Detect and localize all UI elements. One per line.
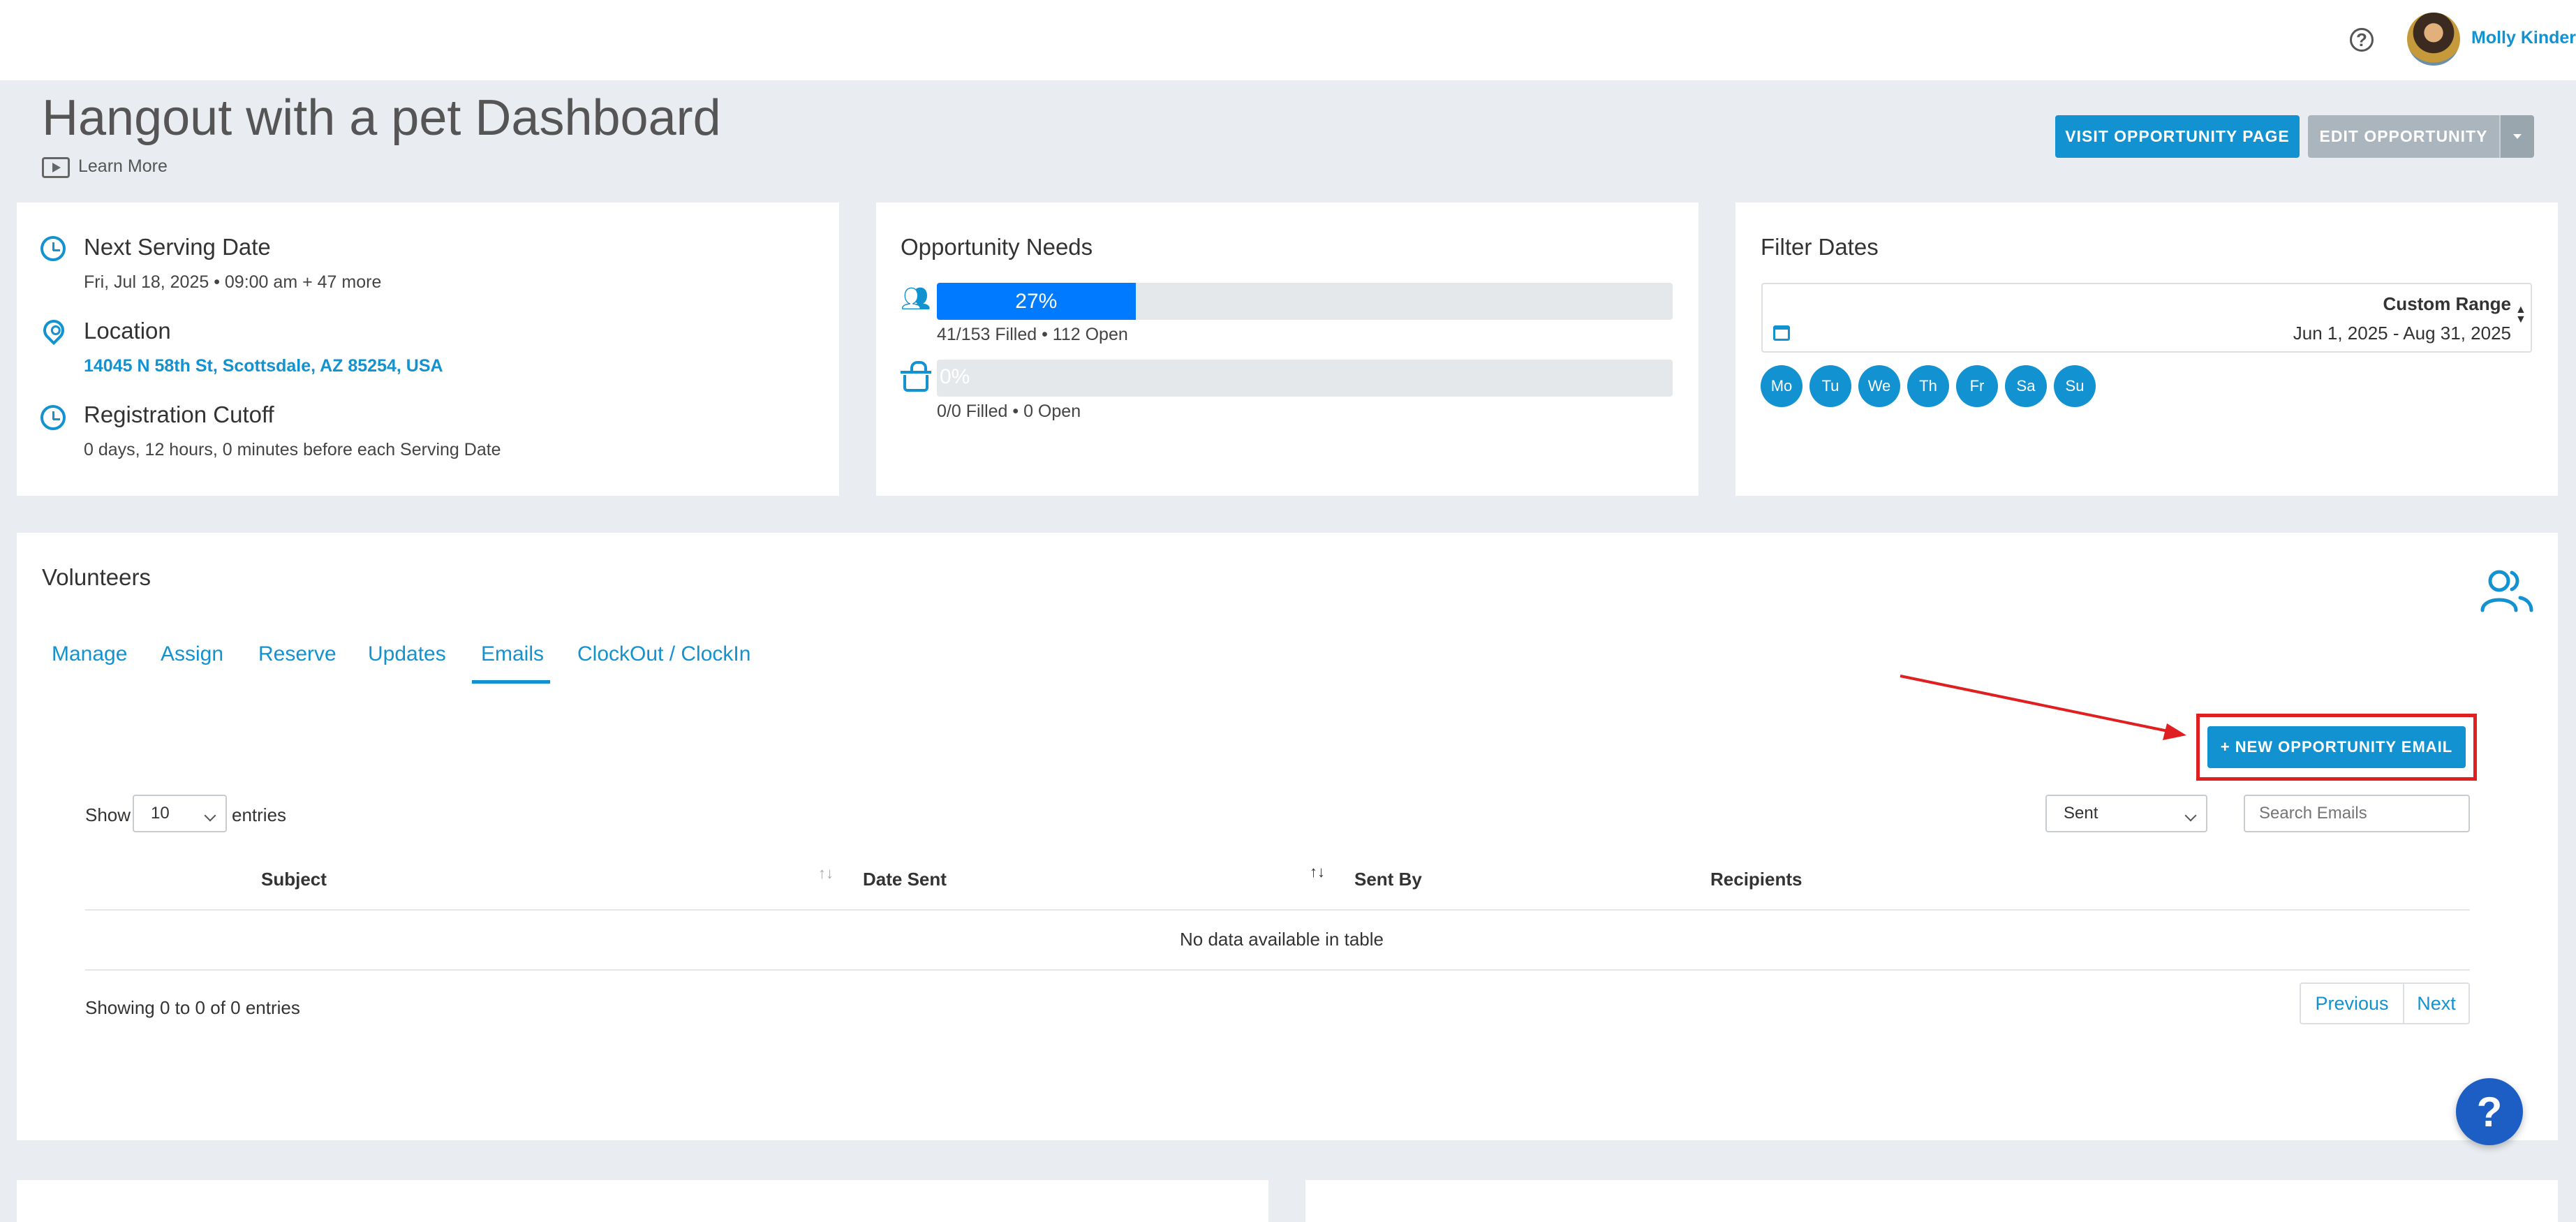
volunteer-progress-fill: 27% — [937, 283, 1136, 320]
help-icon[interactable]: ? — [2350, 28, 2374, 52]
clock-icon — [40, 405, 66, 430]
day-toggle-fr[interactable]: Fr — [1956, 365, 1998, 407]
items-progress-label: 0% — [940, 365, 970, 388]
day-toggle-mo[interactable]: Mo — [1761, 365, 1803, 407]
learn-more-link[interactable]: Learn More — [78, 156, 168, 177]
top-bar — [0, 0, 2576, 80]
column-recipients[interactable]: Recipients — [1710, 869, 1803, 890]
day-toggle-sa[interactable]: Sa — [2005, 365, 2047, 407]
filter-dates-title: Filter Dates — [1761, 234, 1879, 260]
empty-table-message: No data available in table — [1180, 929, 1384, 950]
sort-desc-icon[interactable]: ↑↓ — [1310, 864, 1325, 880]
location-title: Location — [84, 318, 171, 344]
column-sent-by[interactable]: Sent By — [1354, 869, 1422, 890]
volunteer-progress-detail: 41/153 Filled • 112 Open — [937, 325, 1128, 344]
registration-cutoff-title: Registration Cutoff — [84, 402, 274, 427]
user-name[interactable]: Molly Kinder — [2471, 28, 2576, 48]
day-toggle-we[interactable]: We — [1858, 365, 1900, 407]
floating-help-button[interactable]: ? — [2456, 1078, 2523, 1145]
tab-emails[interactable]: Emails — [481, 642, 544, 666]
header-divider — [85, 909, 2470, 911]
avatar[interactable] — [2407, 13, 2460, 66]
visit-opportunity-button[interactable]: VISIT OPPORTUNITY PAGE — [2055, 115, 2300, 158]
tab-updates[interactable]: Updates — [368, 642, 446, 666]
search-emails-input[interactable] — [2244, 795, 2470, 832]
video-icon[interactable] — [42, 157, 70, 178]
day-toggle-th[interactable]: Th — [1907, 365, 1949, 407]
users-icon: 👥︎ — [901, 286, 931, 312]
day-toggle-su[interactable]: Su — [2054, 365, 2096, 407]
range-toggle-icon[interactable]: ▲ ▼ — [2515, 304, 2526, 325]
status-filter-value: Sent — [2064, 804, 2098, 823]
volunteer-progress-bar: 27% — [937, 283, 1673, 320]
calendar-icon — [1773, 325, 1790, 341]
sort-icon[interactable]: ↑↓ — [818, 866, 834, 881]
page-size-select[interactable]: 10 — [133, 795, 227, 832]
page-title: Hangout with a pet Dashboard — [42, 90, 721, 146]
tab-assign[interactable]: Assign — [161, 642, 223, 666]
active-tab-indicator — [472, 680, 550, 684]
volunteers-card — [17, 533, 2558, 1140]
location-link[interactable]: 14045 N 58th St, Scottsdale, AZ 85254, U… — [84, 356, 443, 376]
column-subject[interactable]: Subject — [261, 869, 327, 890]
page-size-value: 10 — [151, 804, 170, 823]
new-opportunity-email-button[interactable]: + NEW OPPORTUNITY EMAIL — [2207, 726, 2466, 768]
show-label: Show — [85, 804, 131, 825]
items-progress-detail: 0/0 Filled • 0 Open — [937, 402, 1081, 421]
next-serving-title: Next Serving Date — [84, 234, 271, 260]
pagination: Previous Next — [2300, 982, 2470, 1024]
basket-icon — [901, 361, 931, 392]
bottom-left-card — [17, 1180, 1268, 1222]
tab-reserve[interactable]: Reserve — [258, 642, 336, 666]
entries-label: entries — [232, 804, 287, 825]
opportunity-needs-title: Opportunity Needs — [901, 234, 1093, 260]
tab-manage[interactable]: Manage — [52, 642, 127, 666]
items-progress-bar: 0% — [937, 360, 1673, 397]
table-info: Showing 0 to 0 of 0 entries — [85, 997, 300, 1018]
people-icon — [2480, 570, 2533, 612]
next-page-button[interactable]: Next — [2404, 984, 2468, 1023]
row-divider — [85, 969, 2470, 971]
volunteers-title: Volunteers — [42, 564, 151, 590]
tab-clockout-clockin[interactable]: ClockOut / ClockIn — [577, 642, 750, 666]
status-filter-select[interactable]: Sent — [2045, 795, 2207, 832]
day-toggle-tu[interactable]: Tu — [1809, 365, 1851, 407]
edit-dropdown-toggle[interactable] — [2499, 115, 2534, 158]
registration-cutoff-value: 0 days, 12 hours, 0 minutes before each … — [84, 440, 501, 459]
clock-icon — [40, 236, 66, 261]
previous-page-button[interactable]: Previous — [2301, 984, 2404, 1023]
bottom-right-card — [1305, 1180, 2558, 1222]
date-range-value: Jun 1, 2025 - Aug 31, 2025 — [2293, 323, 2511, 344]
edit-opportunity-button[interactable]: EDIT OPPORTUNITY — [2308, 115, 2499, 158]
next-serving-value: Fri, Jul 18, 2025 • 09:00 am + 47 more — [84, 272, 382, 292]
annotation-arrow — [1900, 675, 2186, 740]
date-range-label: Custom Range — [2383, 293, 2511, 314]
column-date-sent[interactable]: Date Sent — [863, 869, 947, 890]
